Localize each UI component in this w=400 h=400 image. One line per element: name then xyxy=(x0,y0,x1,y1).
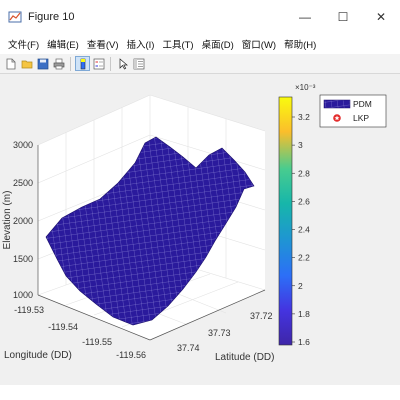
menu-view[interactable]: 查看(V) xyxy=(83,37,123,51)
print-button[interactable] xyxy=(51,56,66,71)
legend-pdm-label: PDM xyxy=(353,99,372,109)
legend-toggle-button[interactable] xyxy=(91,56,106,71)
y-tick: 37.74 xyxy=(177,343,200,353)
x-axis-label: Longitude (DD) xyxy=(4,350,72,361)
toolbar-separator xyxy=(70,56,71,71)
colorbar-tick-label: 2.2 xyxy=(298,253,310,263)
legend-pdm-swatch xyxy=(323,99,351,109)
colorbar[interactable]: ×10⁻³ 3.2 3 2.8 2.6 2.4 2.2 2 1.8 1.6 xyxy=(278,83,316,347)
menu-edit[interactable]: 编辑(E) xyxy=(43,37,83,51)
x-tick: -119.56 xyxy=(116,350,146,360)
colorbar-tick-label: 2 xyxy=(298,281,303,291)
figure-canvas[interactable]: 3000 2500 2000 1500 1000 Elevation (m) -… xyxy=(0,75,400,385)
figure-window: Figure 10 — ☐ ✕ 文件(F) 编辑(E) 查看(V) 插入(I) … xyxy=(0,0,400,400)
pointer-button[interactable] xyxy=(115,56,130,71)
menu-window[interactable]: 窗口(W) xyxy=(238,37,280,51)
z-tick: 3000 xyxy=(13,140,33,150)
menu-bar: 文件(F) 编辑(E) 查看(V) 插入(I) 工具(T) 桌面(D) 窗口(W… xyxy=(0,34,400,54)
save-icon xyxy=(37,58,48,69)
title-bar: Figure 10 — ☐ ✕ xyxy=(0,0,400,34)
matlab-figure-icon xyxy=(8,11,22,23)
x-tick: -119.55 xyxy=(82,337,112,347)
open-file-button[interactable] xyxy=(19,56,34,71)
x-tick: -119.54 xyxy=(48,322,78,332)
figure-toolbar xyxy=(0,54,400,74)
legend-lkp-label: LKP xyxy=(353,113,369,123)
print-icon xyxy=(53,58,64,69)
colorbar-toggle-icon xyxy=(80,58,85,69)
new-file-button[interactable] xyxy=(3,56,18,71)
close-button[interactable]: ✕ xyxy=(362,0,400,34)
z-axis: 3000 2500 2000 1500 1000 xyxy=(13,140,33,300)
property-inspector-button[interactable] xyxy=(131,56,146,71)
menu-help[interactable]: 帮助(H) xyxy=(280,37,320,51)
colorbar-tick-label: 1.6 xyxy=(298,337,310,347)
minimize-button[interactable]: — xyxy=(286,0,324,34)
colorbar-tick-label: 2.8 xyxy=(298,168,310,178)
legend[interactable]: PDM LKP xyxy=(319,94,387,128)
new-file-icon xyxy=(6,58,15,69)
y-tick: 37.72 xyxy=(250,311,273,321)
colorbar-tick-label: 2.4 xyxy=(298,225,310,235)
menu-file[interactable]: 文件(F) xyxy=(4,37,43,51)
colorbar-tick-label: 2.6 xyxy=(298,196,310,206)
x-tick: -119.53 xyxy=(14,305,44,315)
colorbar-tick-label: 3.2 xyxy=(298,112,310,122)
colorbar-tick-label: 1.8 xyxy=(298,309,310,319)
y-tick: 37.73 xyxy=(208,328,231,338)
menu-insert[interactable]: 插入(I) xyxy=(122,37,158,51)
y-axis-label: Latitude (DD) xyxy=(215,352,274,363)
window-title: Figure 10 xyxy=(28,11,75,23)
toolbar-separator xyxy=(110,56,111,71)
property-inspector-icon xyxy=(133,58,144,69)
z-tick: 1000 xyxy=(13,290,33,300)
z-axis-label: Elevation (m) xyxy=(2,191,13,250)
colorbar-toggle-button[interactable] xyxy=(75,56,90,71)
open-folder-icon xyxy=(21,60,32,68)
surface-chart[interactable]: 3000 2500 2000 1500 1000 Elevation (m) -… xyxy=(0,75,400,385)
legend-toggle-icon xyxy=(93,58,104,69)
maximize-button[interactable]: ☐ xyxy=(324,0,362,34)
bottom-border xyxy=(0,385,400,400)
colorbar-tick-label: 3 xyxy=(298,140,303,150)
save-button[interactable] xyxy=(35,56,50,71)
pointer-icon xyxy=(119,57,128,69)
colorbar-exponent: ×10⁻³ xyxy=(295,83,316,92)
menu-tools[interactable]: 工具(T) xyxy=(158,37,197,51)
menu-desktop[interactable]: 桌面(D) xyxy=(198,37,238,51)
z-tick: 2500 xyxy=(13,178,33,188)
z-tick: 1500 xyxy=(13,254,33,264)
z-tick: 2000 xyxy=(13,216,33,226)
